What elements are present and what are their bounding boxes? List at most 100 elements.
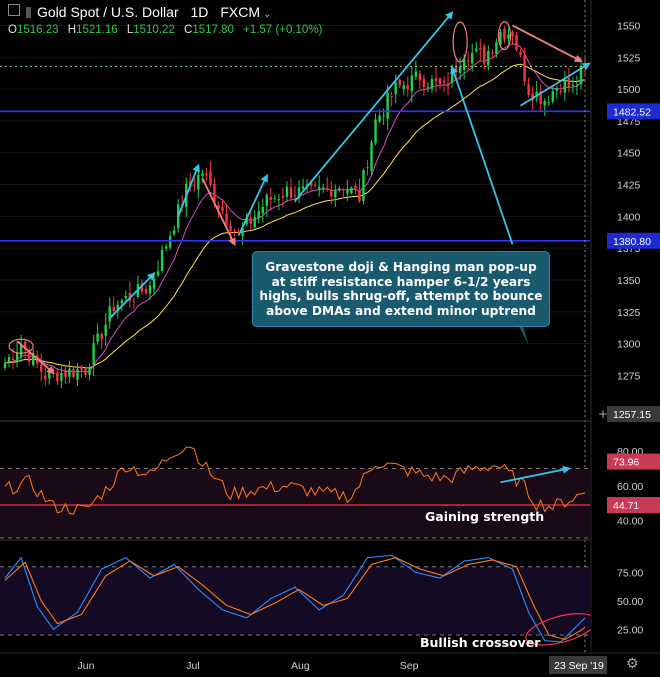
candle-body xyxy=(172,230,176,235)
candle-body xyxy=(338,188,341,190)
candle-body xyxy=(112,307,115,311)
candle-body xyxy=(330,189,333,197)
candle-body xyxy=(68,368,71,377)
stochastic-annotation: Bullish crossover xyxy=(420,635,541,650)
candle-body xyxy=(76,369,79,380)
candle-body xyxy=(503,28,506,40)
candle-body xyxy=(301,186,305,189)
candle-body xyxy=(466,60,470,62)
candle-body xyxy=(293,195,297,197)
candle-body xyxy=(426,86,430,88)
candle-body xyxy=(249,217,252,224)
candle-body xyxy=(96,333,99,342)
time-tick-label: Jun xyxy=(78,660,95,672)
stochastic-tick-label: 25.00 xyxy=(617,624,643,636)
chevron-down-icon[interactable]: ⌄ xyxy=(263,9,271,20)
candle-body xyxy=(156,271,160,276)
price-tick-label: 1350 xyxy=(617,275,641,287)
candle-body xyxy=(64,369,67,377)
candle-body xyxy=(410,75,414,92)
candle-body xyxy=(84,368,87,375)
candle-body xyxy=(225,213,228,224)
candle-body xyxy=(72,369,75,378)
collapse-icon[interactable] xyxy=(8,4,20,16)
price-tick-label: 1450 xyxy=(617,148,641,160)
candle-body xyxy=(132,300,136,302)
candle-body xyxy=(100,333,103,340)
candle-body xyxy=(265,195,269,206)
price-tick-label: 1550 xyxy=(617,20,641,32)
candle-body xyxy=(334,189,337,198)
price-badge: 1482.52 xyxy=(613,106,651,118)
candle-body xyxy=(253,216,256,228)
price-chart[interactable]: 1275130013251350137514001425145014751500… xyxy=(0,0,660,677)
candle-body xyxy=(3,362,7,368)
open-value: 1516.23 xyxy=(16,24,59,36)
candle-body xyxy=(571,84,575,86)
time-tick-label: Sep xyxy=(400,660,419,672)
candle-body xyxy=(519,51,522,56)
candle-body xyxy=(205,173,208,176)
price-tick-label: 1425 xyxy=(617,180,641,192)
candle-body xyxy=(193,184,196,187)
candle-body xyxy=(386,93,389,120)
candle-body xyxy=(152,278,156,289)
candle-body xyxy=(197,174,200,190)
candle-body xyxy=(559,91,563,93)
candle-body xyxy=(434,78,438,82)
candle-body xyxy=(523,54,526,82)
candle-body xyxy=(124,296,128,299)
price-badge: 1257.15 xyxy=(613,409,651,421)
price-tick-label: 1325 xyxy=(617,307,641,319)
candle-body xyxy=(418,73,422,81)
candle-body xyxy=(273,198,277,200)
rsi-badge: 73.96 xyxy=(613,457,639,469)
candle-body xyxy=(458,66,462,73)
candle-body xyxy=(289,187,293,198)
candle-body xyxy=(382,115,385,117)
price-tick-label: 1525 xyxy=(617,52,641,64)
candle-body xyxy=(398,79,401,86)
source-label: FXCM xyxy=(220,4,260,20)
stochastic-panel xyxy=(0,554,590,643)
low-value: 1510.22 xyxy=(133,24,175,36)
candle-body xyxy=(378,115,381,122)
candle-body xyxy=(370,142,373,171)
candle-body xyxy=(507,34,510,39)
candle-body xyxy=(342,189,345,191)
candle-body xyxy=(201,173,204,176)
candle-body xyxy=(515,35,518,50)
price-tick-label: 1400 xyxy=(617,211,641,223)
candle-body xyxy=(44,375,47,380)
candle-body xyxy=(471,52,474,64)
candle-body xyxy=(366,166,369,168)
candle-body xyxy=(104,324,107,336)
candle-body xyxy=(567,77,571,88)
candle-body xyxy=(80,366,83,370)
candle-body xyxy=(475,48,478,52)
candle-body xyxy=(88,368,91,375)
candle-body xyxy=(483,46,486,64)
candle-body xyxy=(374,119,377,144)
candle-body xyxy=(92,343,95,365)
candle-body xyxy=(326,187,329,189)
candle-body xyxy=(261,207,264,214)
candle-body xyxy=(285,186,289,197)
ohlc-values: O1516.23 H1521.16 L1510.22 C1517.80 +1.5… xyxy=(8,24,322,36)
symbol-title[interactable]: Gold Spot / U.S. Dollar xyxy=(37,4,179,20)
high-value: 1521.16 xyxy=(76,24,118,36)
candle-body xyxy=(563,80,567,93)
candle-body xyxy=(430,79,434,89)
candle-body xyxy=(60,372,63,381)
high-label: H xyxy=(67,24,77,36)
candle-body xyxy=(281,196,285,198)
candle-body xyxy=(229,225,232,231)
candle-body xyxy=(221,207,224,211)
candle-body xyxy=(269,197,273,200)
candle-body xyxy=(108,306,111,322)
candle-body xyxy=(442,80,446,83)
interval-label[interactable]: 1D xyxy=(191,4,209,20)
gear-icon[interactable]: ⚙ xyxy=(626,656,639,672)
candle-body xyxy=(321,187,325,190)
candle-body xyxy=(317,186,321,190)
